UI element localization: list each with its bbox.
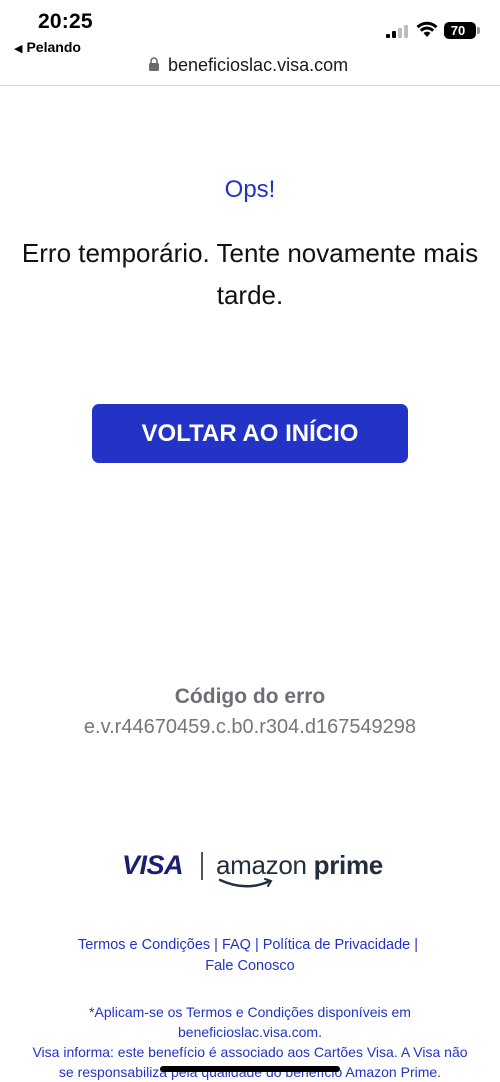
amazon-prime-logo: amazon prime xyxy=(216,850,383,881)
back-to-home-button[interactable]: VOLTAR AO INÍCIO xyxy=(92,404,408,463)
visa-logo: VISA xyxy=(122,850,184,880)
error-heading: Ops! xyxy=(224,176,276,203)
home-indicator[interactable] xyxy=(160,1066,340,1072)
faq-link[interactable]: FAQ xyxy=(222,937,251,953)
disclaimer-terms: *Aplicam-se os Termos e Condições dispon… xyxy=(89,1004,411,1040)
lock-icon xyxy=(149,57,159,71)
partner-logos: VISA amazon prime xyxy=(0,848,500,888)
browser-url-bar[interactable]: beneficioslac.visa.com xyxy=(0,50,500,86)
contact-link[interactable]: Fale Conosco xyxy=(205,958,294,974)
link-separator: | xyxy=(214,937,218,953)
amazon-smile-icon xyxy=(218,878,273,888)
amazon-logo-text: amazon xyxy=(216,850,307,880)
battery-level: 70 xyxy=(450,23,466,38)
privacy-link[interactable]: Política de Privacidade xyxy=(263,937,411,953)
link-separator: | xyxy=(414,937,419,953)
link-separator: | xyxy=(254,937,259,953)
terms-link[interactable]: Termos e Condições xyxy=(78,937,210,953)
error-code: e.v.r44670459.c.b0.r304.d167549298 xyxy=(83,716,417,738)
prime-logo-text: prime xyxy=(313,850,384,880)
disclaimer-visa: Visa informa: este benefício é associado… xyxy=(32,1044,468,1080)
footer-links: Termos e Condições | FAQ | Política de Priva… xyxy=(30,935,470,977)
status-bar: 20:25 ◀ Pelando 70 xyxy=(0,0,500,56)
logo-divider xyxy=(201,852,203,880)
battery-icon: 70 xyxy=(444,22,480,39)
cellular-signal-icon xyxy=(386,24,410,38)
status-time: 20:25 xyxy=(38,10,93,33)
error-code-title: Código do erro xyxy=(174,685,326,708)
wifi-icon xyxy=(416,21,438,37)
url-text[interactable]: beneficioslac.visa.com xyxy=(168,55,348,76)
error-message: Erro temporário. Tente novamente mais ta… xyxy=(21,238,479,310)
